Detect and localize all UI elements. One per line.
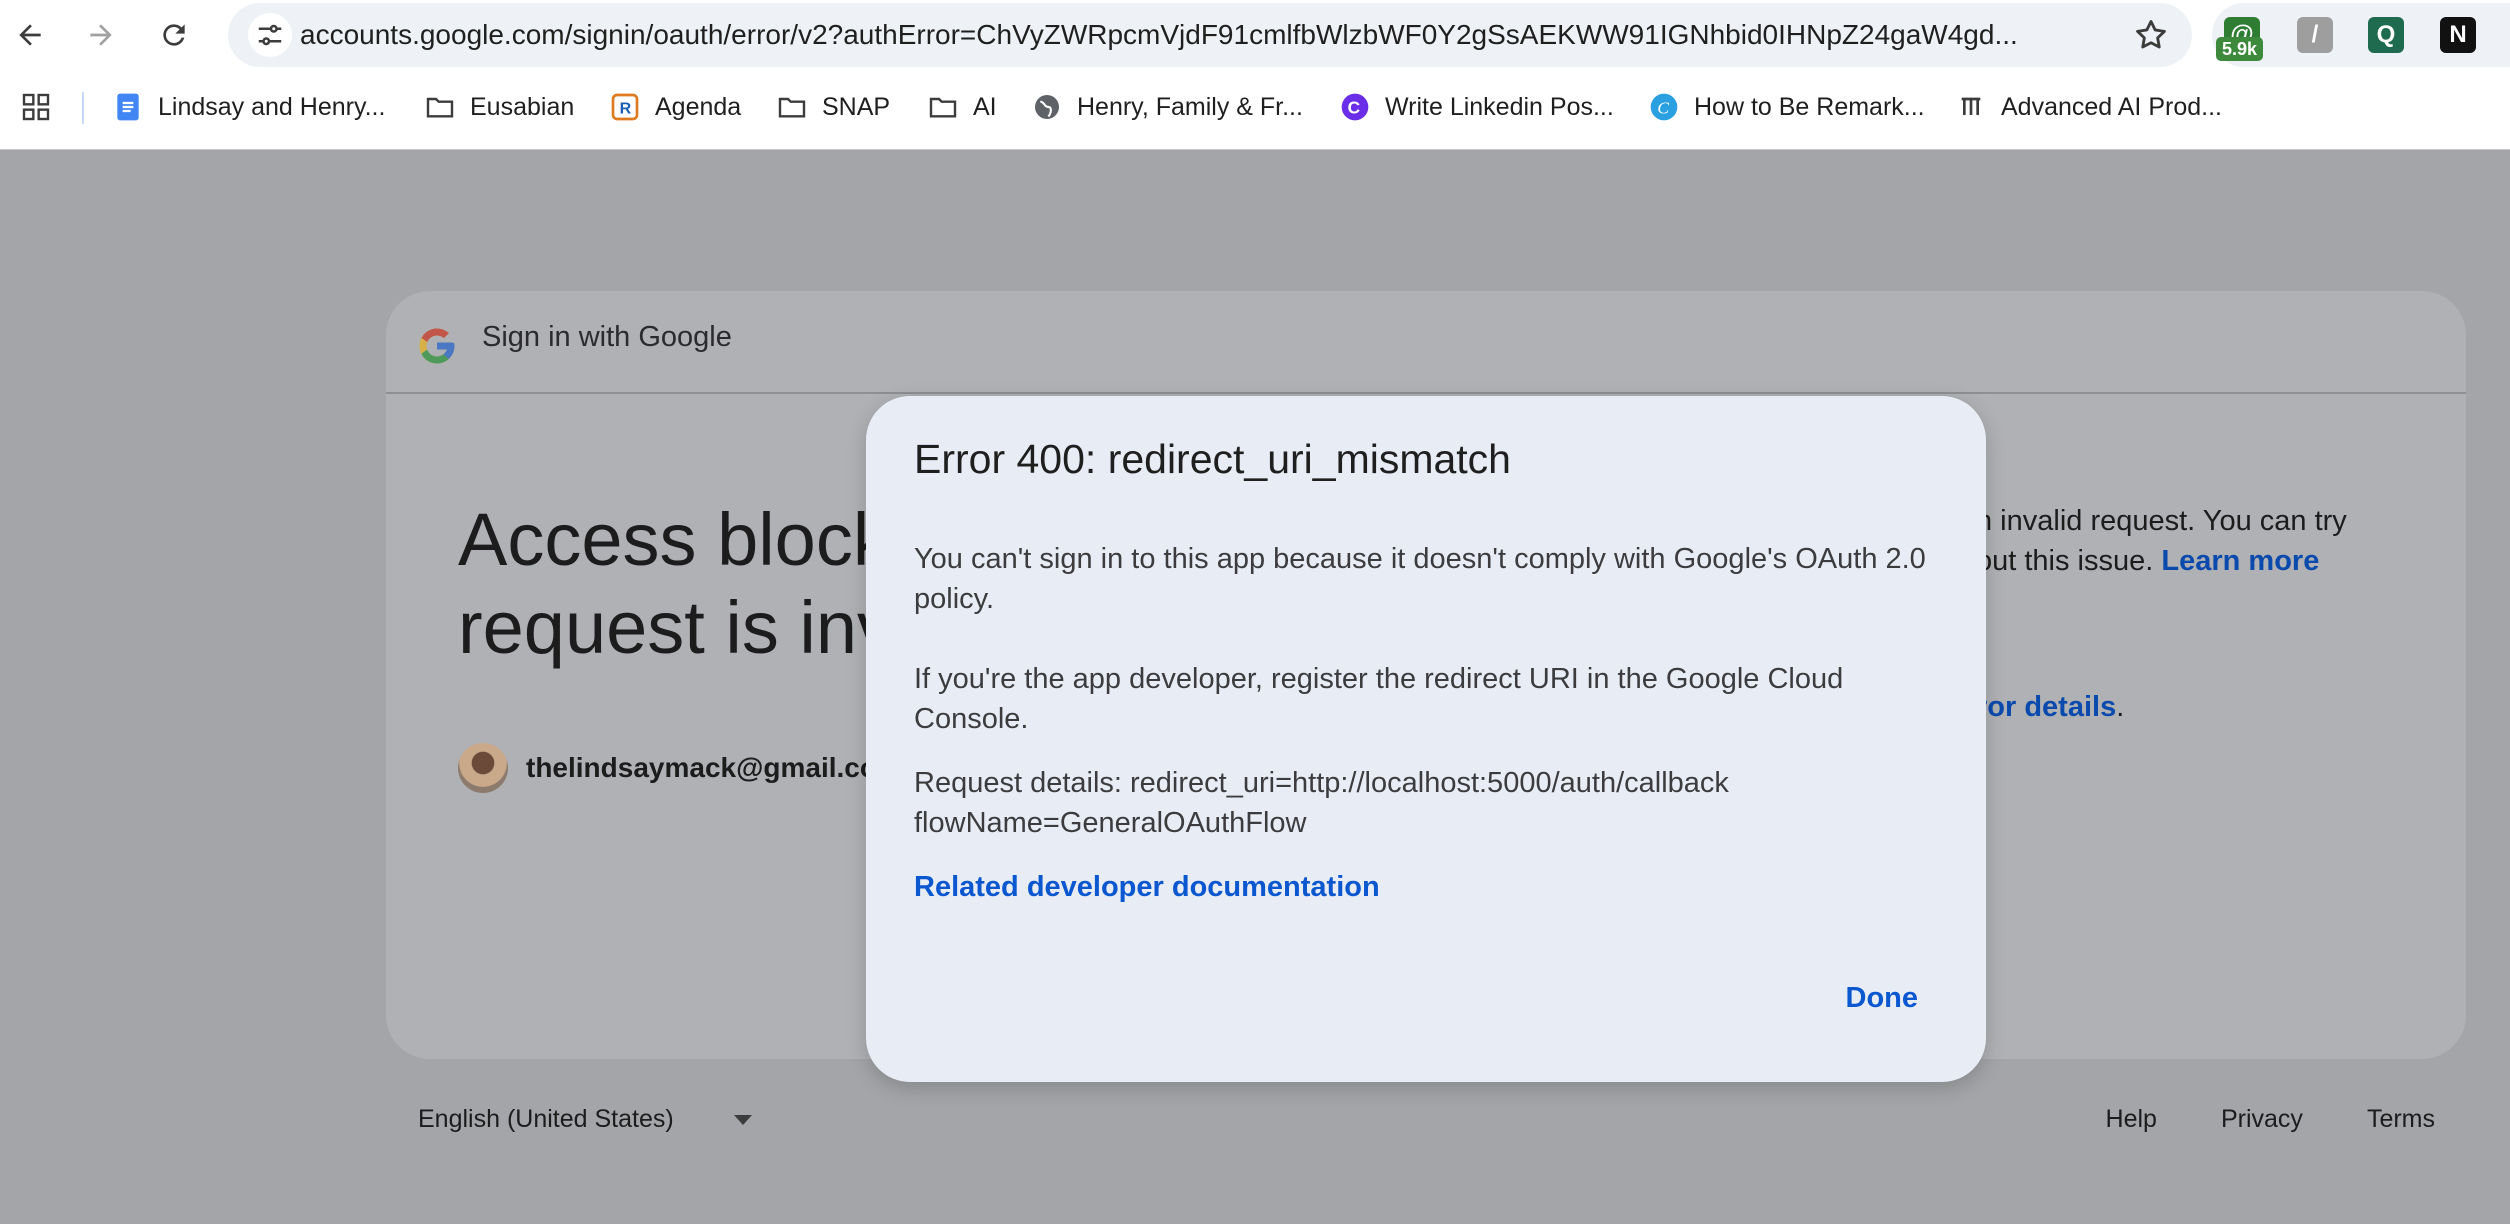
bookmark-henry-family[interactable]: Henry, Family & Fr...	[1031, 70, 1303, 144]
error-dialog: Error 400: redirect_uri_mismatch You can…	[866, 396, 1986, 1082]
developer-docs-link[interactable]: Related developer documentation	[914, 871, 1380, 904]
bookmark-ai[interactable]: AI	[927, 70, 997, 144]
bookmark-label: How to Be Remark...	[1694, 92, 1925, 121]
language-label: English (United States)	[418, 1105, 674, 1133]
help-link[interactable]: Help	[2106, 1105, 2157, 1134]
bookmark-write-linkedin[interactable]: C Write Linkedin Pos...	[1339, 70, 1614, 144]
back-button[interactable]	[7, 12, 53, 58]
bookmark-label: Advanced AI Prod...	[2001, 92, 2222, 121]
privacy-link[interactable]: Privacy	[2221, 1105, 2303, 1134]
account-email: thelindsaymack@gmail.co	[526, 752, 877, 783]
error-description-line2: out this issue.	[1976, 545, 2162, 577]
bookmark-label: Write Linkedin Pos...	[1385, 92, 1614, 121]
folder-icon	[776, 91, 808, 123]
docs-icon	[112, 91, 144, 123]
url-text[interactable]: accounts.google.com/signin/oauth/error/v…	[300, 3, 2090, 67]
error-description-line1: n invalid request. You can try	[1976, 505, 2347, 537]
bookmark-snap[interactable]: SNAP	[776, 70, 890, 144]
terms-link[interactable]: Terms	[2367, 1105, 2435, 1134]
reload-icon	[163, 24, 185, 46]
globe-icon	[1031, 91, 1063, 123]
forward-button[interactable]	[78, 12, 124, 58]
learn-more-link[interactable]: Learn more	[2161, 545, 2319, 577]
svg-text:R: R	[620, 101, 632, 118]
bookmark-label: AI	[973, 92, 997, 121]
request-details-line2: flowName=GeneralOAuthFlow	[914, 807, 1307, 839]
svg-text:C: C	[1657, 99, 1669, 118]
reload-button[interactable]	[151, 12, 197, 58]
avatar	[458, 743, 508, 793]
apps-grid-icon	[20, 91, 52, 123]
extension-badge: 5.9k	[2216, 37, 2264, 61]
canva-icon: C	[1648, 91, 1680, 123]
address-bar[interactable]: accounts.google.com/signin/oauth/error/v…	[228, 3, 2192, 67]
arrow-left-icon	[19, 24, 41, 46]
extensions-area: @ 5.9k / Q N	[2212, 3, 2510, 67]
footer-links: Help Privacy Terms	[2042, 1105, 2435, 1134]
apps-button[interactable]	[20, 70, 66, 144]
language-selector[interactable]: English (United States)	[418, 1105, 752, 1134]
bookmark-label: Lindsay and Henry...	[158, 92, 386, 121]
bookmark-label: Eusabian	[470, 92, 575, 121]
bookmarks-separator	[82, 92, 84, 124]
google-g-icon	[419, 328, 455, 364]
c-icon: C	[1339, 91, 1371, 123]
extension-2-icon[interactable]: /	[2297, 17, 2333, 53]
dialog-request-details: Request details: redirect_uri=http://loc…	[914, 763, 1944, 843]
card-title: Sign in with Google	[482, 321, 732, 353]
svg-text:C: C	[1348, 98, 1361, 118]
site-settings-icon[interactable]	[248, 13, 292, 57]
error-description: n invalid request. You can try out this …	[1976, 501, 2446, 581]
request-details-line1: Request details: redirect_uri=http://loc…	[914, 767, 1729, 799]
caret-down-icon	[733, 1114, 752, 1125]
bookmark-label: SNAP	[822, 92, 891, 121]
dialog-paragraph-developer: If you're the app developer, register th…	[914, 663, 1844, 735]
bookmark-star-icon[interactable]	[2132, 16, 2170, 54]
error-details-link[interactable]: ror details	[1976, 691, 2116, 723]
bookmark-label: Henry, Family & Fr...	[1077, 92, 1303, 121]
bookmark-how-to-be-remarkable[interactable]: C How to Be Remark...	[1648, 70, 1925, 144]
folder-icon	[927, 91, 959, 123]
account-chip[interactable]: thelindsaymack@gmail.co	[458, 743, 877, 793]
r-icon: R	[609, 91, 641, 123]
folder-icon	[424, 91, 456, 123]
card-header: Sign in with Google	[386, 291, 2466, 394]
arrow-right-icon	[90, 24, 112, 46]
bookmarks-bar: Lindsay and Henry... Eusabian R Agenda S…	[0, 70, 2510, 150]
bookmark-agenda[interactable]: R Agenda	[609, 70, 741, 144]
notion-icon[interactable]: N	[2440, 17, 2476, 53]
done-button[interactable]: Done	[1838, 976, 1927, 1021]
bars-icon	[1955, 91, 1987, 123]
browser-toolbar: accounts.google.com/signin/oauth/error/v…	[0, 0, 2510, 70]
dialog-title: Error 400: redirect_uri_mismatch	[914, 436, 1511, 482]
extension-3-icon[interactable]: Q	[2368, 17, 2404, 53]
error-details-link-wrap: ror details.	[1976, 691, 2124, 724]
error-details-period: .	[2116, 691, 2125, 723]
bookmark-advanced-ai[interactable]: Advanced AI Prod...	[1955, 70, 2222, 144]
bookmark-lindsay-henry[interactable]: Lindsay and Henry...	[112, 70, 385, 144]
bookmark-eusabian[interactable]: Eusabian	[424, 70, 574, 144]
bookmark-label: Agenda	[655, 92, 742, 121]
dialog-paragraph-policy: You can't sign in to this app because it…	[914, 543, 1926, 615]
